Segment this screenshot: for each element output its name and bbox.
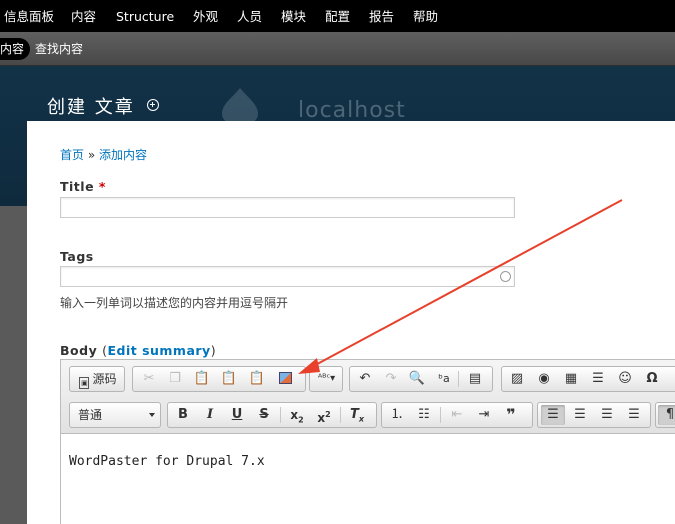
breadcrumb: 首页 » 添加内容 <box>60 146 147 163</box>
numbered-list-icon[interactable]: ⒈ <box>385 405 409 425</box>
format-select-value: 普通 <box>78 408 103 422</box>
menu-configuration[interactable]: 配置 <box>325 0 350 32</box>
toolbar-separator <box>340 407 341 423</box>
menu-content[interactable]: 内容 <box>71 0 96 32</box>
menu-dashboard[interactable]: 信息面板 <box>4 0 54 32</box>
undo-icon[interactable]: ↶ <box>353 369 377 389</box>
chevron-down-icon <box>149 413 155 417</box>
indent-icon[interactable]: ⇥ <box>472 405 496 425</box>
menu-people[interactable]: 人员 <box>237 0 262 32</box>
add-shortcut-icon[interactable] <box>147 99 159 111</box>
horizontal-rule-icon[interactable]: ☰ <box>586 369 610 389</box>
justify-icon[interactable]: ☰ <box>622 405 646 425</box>
remove-format-icon[interactable]: Tx <box>345 405 369 425</box>
body-label: Body (Edit summary) <box>60 343 216 358</box>
editor-text: WordPaster for Drupal 7.x <box>69 454 265 469</box>
bidi-ltr-icon[interactable]: ¶ <box>658 405 675 425</box>
bold-icon[interactable]: B <box>171 405 195 425</box>
admin-menu-bar: 信息面板 内容 Structure 外观 人员 模块 配置 报告 帮助 <box>0 0 675 32</box>
autocomplete-throbber-icon <box>500 271 511 282</box>
tags-description: 输入一列单词以描述您的内容并用逗号隔开 <box>60 296 289 310</box>
tb-group-document: ▣ 源码 <box>69 366 125 392</box>
select-all-icon[interactable]: ▤ <box>463 369 487 389</box>
subscript-icon[interactable]: x2 <box>285 405 309 425</box>
tb-group-bidi: ¶ <box>655 402 675 428</box>
tb-group-basicstyles: B I U S x2 x2 Tx <box>167 402 377 428</box>
tb-group-insert: ▨ ◉ ▦ ☰ ☺ Ω <box>501 366 675 392</box>
drupal-logo-icon <box>222 88 258 126</box>
breadcrumb-separator: » <box>87 148 96 162</box>
shortcut-bar: 内容 查找内容 <box>0 32 675 66</box>
spellcheck-icon[interactable]: ᴬᴮᶜ▾ <box>312 369 341 389</box>
table-icon[interactable]: ▦ <box>559 369 583 389</box>
node-form: 首页 » 添加内容 Title * Tags 输入一列单词以描述您的内容并用逗号… <box>27 121 675 524</box>
title-label: Title * <box>60 179 106 194</box>
source-label: 源码 <box>92 372 117 386</box>
flash-icon[interactable]: ◉ <box>532 369 556 389</box>
paste-icon[interactable]: 📋 <box>190 369 214 389</box>
align-right-icon[interactable]: ☰ <box>595 405 619 425</box>
italic-icon[interactable]: I <box>198 405 222 425</box>
page-background <box>0 206 27 524</box>
superscript-icon[interactable]: x2 <box>312 405 336 425</box>
menu-reports[interactable]: 报告 <box>369 0 394 32</box>
underline-icon[interactable]: U <box>225 405 249 425</box>
strike-icon[interactable]: S <box>252 405 276 425</box>
menu-appearance[interactable]: 外观 <box>193 0 218 32</box>
source-button[interactable]: ▣ 源码 <box>73 369 123 389</box>
tb-group-align: ☰ ☰ ☰ ☰ <box>537 402 651 428</box>
tb-group-clipboard: ✂ ❐ 📋 📋 📋 <box>132 366 306 392</box>
align-center-icon[interactable]: ☰ <box>568 405 592 425</box>
tags-input[interactable] <box>60 266 515 287</box>
wordpaster-icon[interactable] <box>273 369 297 389</box>
required-mark: * <box>98 179 106 194</box>
image-icon[interactable]: ▨ <box>505 369 529 389</box>
shortcut-content[interactable]: 内容 <box>0 38 31 60</box>
toolbar-separator <box>440 407 441 423</box>
toolbar-separator <box>458 371 459 387</box>
breadcrumb-add-content[interactable]: 添加内容 <box>99 148 147 162</box>
tb-group-spellcheck: ᴬᴮᶜ▾ <box>309 366 343 392</box>
rich-text-editor: ▣ 源码 ✂ ❐ 📋 📋 📋 ᴬᴮᶜ▾ ↶ ↷ 🔍 ᵇa ▤ ▨ ◉ ▦ ☰ ☺… <box>60 359 675 524</box>
title-label-text: Title <box>60 179 95 194</box>
find-icon[interactable]: 🔍 <box>405 369 429 389</box>
body-label-text: Body <box>60 343 98 358</box>
special-char-icon[interactable]: Ω <box>640 369 664 389</box>
bulleted-list-icon[interactable]: ☷ <box>412 405 436 425</box>
tb-group-editing: ↶ ↷ 🔍 ᵇa ▤ <box>349 366 493 392</box>
tags-label: Tags <box>60 249 94 264</box>
format-select[interactable]: 普通 <box>69 402 161 428</box>
copy-icon[interactable]: ❐ <box>163 369 187 389</box>
menu-structure[interactable]: Structure <box>116 0 174 32</box>
replace-icon[interactable]: ᵇa <box>432 369 456 389</box>
shortcut-find-content[interactable]: 查找内容 <box>29 38 89 60</box>
align-left-icon[interactable]: ☰ <box>541 405 565 425</box>
smiley-icon[interactable]: ☺ <box>613 369 637 389</box>
source-icon: ▣ <box>79 377 90 389</box>
paste-word-icon[interactable]: 📋 <box>245 369 269 389</box>
editor-content-area[interactable]: WordPaster for Drupal 7.x <box>61 434 675 524</box>
toolbar-separator <box>280 407 281 423</box>
cut-icon[interactable]: ✂ <box>137 369 161 389</box>
blockquote-icon[interactable]: ❞ <box>499 405 523 425</box>
site-name: localhost <box>298 98 406 123</box>
breadcrumb-home[interactable]: 首页 <box>60 148 84 162</box>
title-input[interactable] <box>60 197 515 218</box>
redo-icon[interactable]: ↷ <box>379 369 403 389</box>
page-title: 创建 文章 <box>47 97 135 118</box>
editor-toolbar: ▣ 源码 ✂ ❐ 📋 📋 📋 ᴬᴮᶜ▾ ↶ ↷ 🔍 ᵇa ▤ ▨ ◉ ▦ ☰ ☺… <box>61 360 675 434</box>
menu-help[interactable]: 帮助 <box>413 0 438 32</box>
menu-modules[interactable]: 模块 <box>281 0 306 32</box>
body-label-paren-close: ) <box>210 343 217 358</box>
edit-summary-link[interactable]: Edit summary <box>107 343 210 358</box>
tb-group-paragraph: ⒈ ☷ ⇤ ⇥ ❞ <box>381 402 533 428</box>
paste-text-icon[interactable]: 📋 <box>217 369 241 389</box>
outdent-icon[interactable]: ⇤ <box>445 405 469 425</box>
